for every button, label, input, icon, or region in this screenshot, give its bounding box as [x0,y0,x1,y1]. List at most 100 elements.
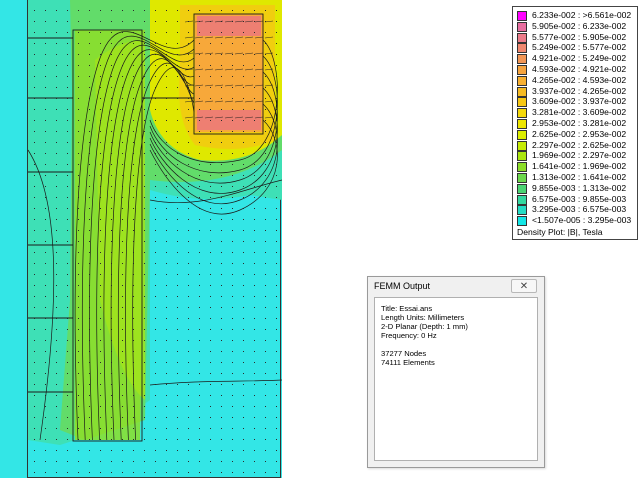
mesh-dot [221,252,222,253]
mesh-dot [243,142,244,143]
mesh-dot [122,252,123,253]
mesh-dot [232,384,233,385]
femm-output-window[interactable]: FEMM Output ✕ Title: Essai.ans Length Un… [367,276,545,468]
mesh-dot [210,428,211,429]
mesh-dot [144,32,145,33]
mesh-dot [166,10,167,11]
mesh-dot [177,439,178,440]
mesh-dot [221,208,222,209]
mesh-dot [199,428,200,429]
mesh-dot [276,296,277,297]
mesh-dot [232,175,233,176]
mesh-dot [56,329,57,330]
mesh-dot [100,65,101,66]
mesh-dot [188,43,189,44]
mesh-dot [78,32,79,33]
mesh-dot [265,439,266,440]
mesh-dot [122,109,123,110]
mesh-dot [177,318,178,319]
mesh-dot [265,142,266,143]
mesh-dot [144,197,145,198]
mesh-dot [177,32,178,33]
mesh-dot [177,461,178,462]
mesh-dot [166,21,167,22]
mesh-dot [100,450,101,451]
mesh-dot [56,439,57,440]
mesh-dot [78,87,79,88]
mesh-dot [221,54,222,55]
mesh-dot [199,142,200,143]
mesh-dot [133,241,134,242]
mesh-dot [111,32,112,33]
mesh-dot [122,472,123,473]
legend-label: 1.313e-002 : 1.641e-002 [532,172,627,182]
mesh-dot [34,395,35,396]
mesh-dot [78,219,79,220]
mesh-dot [111,362,112,363]
mesh-dot [78,362,79,363]
mesh-dot [111,54,112,55]
mesh-dot [199,208,200,209]
mesh-dot [177,241,178,242]
density-plot[interactable] [0,0,300,478]
mesh-dot [265,120,266,121]
mesh-dot [78,340,79,341]
mesh-dot [155,274,156,275]
legend-label: 2.625e-002 : 2.953e-002 [532,128,627,139]
legend-entry: 2.297e-002 : 2.625e-002 [517,140,635,151]
mesh-dot [243,230,244,231]
mesh-dot [254,439,255,440]
mesh-dot [34,98,35,99]
mesh-dot [122,384,123,385]
close-button[interactable]: ✕ [511,279,537,293]
mesh-dot [67,208,68,209]
mesh-dot [144,98,145,99]
mesh-dot [243,219,244,220]
mesh-dot [67,43,68,44]
mesh-dot [133,131,134,132]
mesh-dot [199,318,200,319]
mesh-dot [133,230,134,231]
mesh-dot [155,417,156,418]
mesh-dot [188,329,189,330]
mesh-dot [199,307,200,308]
mesh-dot [100,109,101,110]
mesh-dot [177,120,178,121]
mesh-dot [144,329,145,330]
mesh-dot [34,120,35,121]
mesh-dot [232,43,233,44]
mesh-dot [276,43,277,44]
mesh-dot [188,175,189,176]
mesh-dot [34,428,35,429]
mesh-dot [188,109,189,110]
mesh-dot [232,406,233,407]
mesh-dot [122,395,123,396]
legend-swatch [517,75,527,86]
mesh-dot [232,230,233,231]
mesh-dot [276,428,277,429]
mesh-dot [67,263,68,264]
mesh-dot [133,318,134,319]
mesh-dot [177,43,178,44]
mesh-dot [67,142,68,143]
mesh-dot [199,362,200,363]
mesh-dot [78,351,79,352]
info-title: Title: Essai.ans [381,304,433,313]
mesh-dot [276,120,277,121]
mesh-dot [221,186,222,187]
mesh-dot [210,351,211,352]
mesh-dot [144,230,145,231]
mesh-dot [122,274,123,275]
mesh-dot [155,450,156,451]
mesh-dot [133,252,134,253]
mesh-dot [166,296,167,297]
mesh-dot [34,406,35,407]
mesh-dot [155,175,156,176]
mesh-dot [155,406,156,407]
output-text-area[interactable]: Title: Essai.ans Length Units: Millimete… [374,297,538,461]
legend-label: 2.953e-002 : 3.281e-002 [532,118,627,128]
mesh-dot [199,76,200,77]
mesh-dot [89,142,90,143]
mesh-dot [254,384,255,385]
mesh-dot [276,340,277,341]
